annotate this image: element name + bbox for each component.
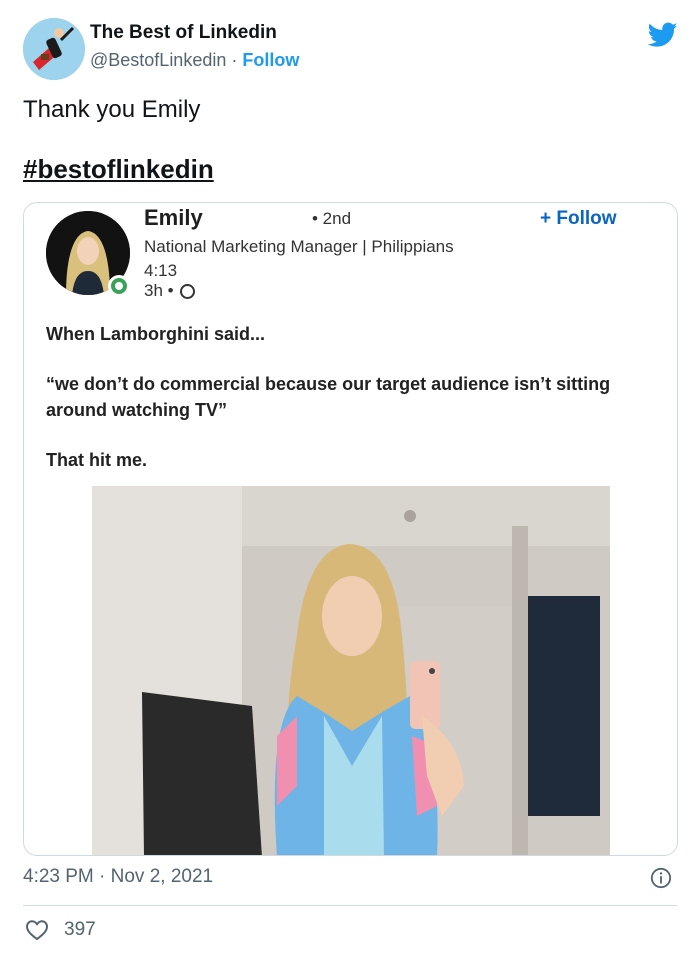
tweet-media-linkedin-screenshot[interactable]: Emily • 2nd + Follow National Marketing … (23, 202, 678, 856)
heart-icon[interactable] (25, 919, 49, 941)
linkedin-follow-button: + Follow (540, 208, 617, 229)
selfie-photo (92, 486, 610, 855)
account-avatar[interactable] (23, 18, 85, 80)
tweet-text: Thank you Emily (23, 96, 201, 123)
separator-dot: · (231, 50, 238, 70)
linkedin-headline: National Marketing Manager | Philippians… (144, 237, 454, 280)
tweet-timestamp[interactable]: 4:23 PM · Nov 2, 2021 (23, 866, 213, 888)
online-status-icon (108, 275, 130, 297)
info-icon[interactable] (650, 867, 672, 889)
twitter-bird-icon[interactable] (648, 22, 678, 48)
account-handle-line: @BestofLinkedin · Follow (90, 50, 299, 71)
hashtag-link[interactable]: #bestoflinkedin (23, 154, 214, 185)
post-time-text: 3h • (144, 281, 174, 300)
linkedin-author-name: Emily (144, 205, 203, 230)
tweet-header: The Best of Linkedin @BestofLinkedin · F… (0, 0, 700, 90)
post-paragraph: That hit me. (46, 450, 148, 470)
follow-button[interactable]: Follow (242, 50, 299, 70)
like-count: 397 (64, 919, 96, 940)
post-paragraph: When Lamborghini said... (46, 324, 266, 344)
divider (23, 905, 677, 906)
connection-degree: • 2nd (312, 209, 352, 228)
post-paragraph: “we don’t do commercial because our targ… (46, 374, 611, 420)
post-time: 3h • (144, 281, 195, 301)
superhero-avatar-icon (23, 18, 85, 80)
account-handle[interactable]: @BestofLinkedin (90, 50, 226, 70)
globe-icon (179, 283, 195, 299)
post-photo (92, 486, 610, 855)
account-name[interactable]: The Best of Linkedin (90, 22, 277, 44)
